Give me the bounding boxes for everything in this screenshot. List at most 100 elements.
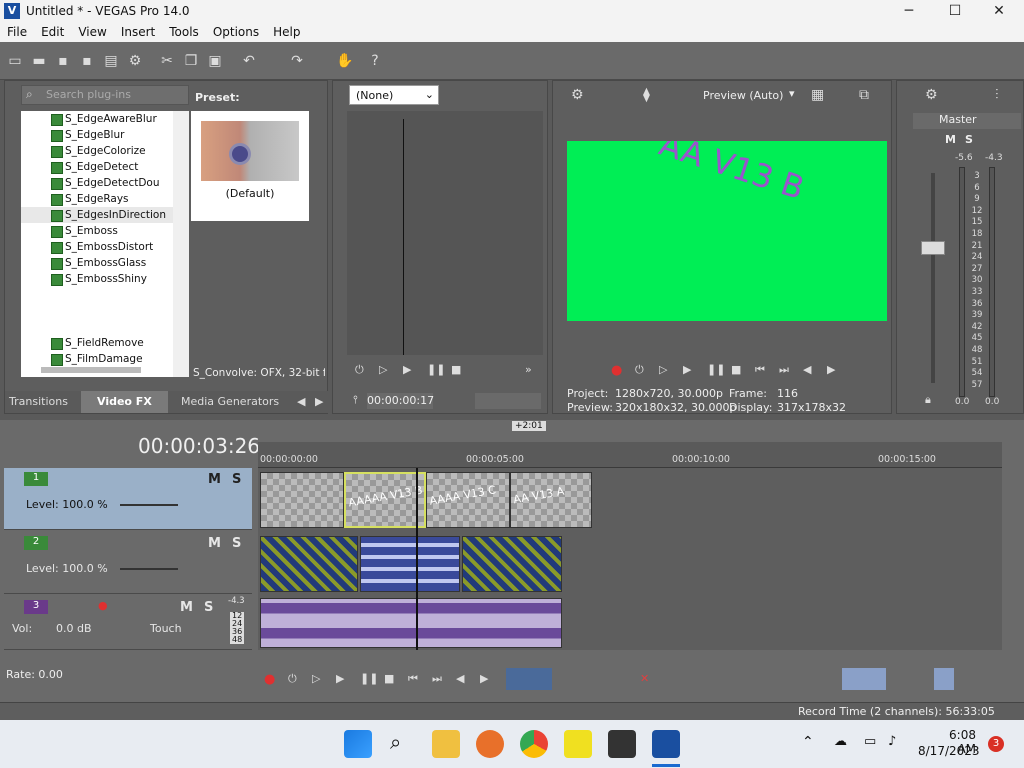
record-icon[interactable]: ● [264, 672, 275, 687]
record-icon[interactable]: ● [611, 363, 622, 378]
loop-icon[interactable]: ⏻ [288, 672, 297, 686]
vegas-taskbar-icon[interactable] [652, 730, 680, 758]
list-item[interactable]: S_EdgeRays [21, 191, 189, 207]
tab-media-generators[interactable]: Media Generators [181, 395, 279, 408]
list-item[interactable]: S_EdgeDetectDou [21, 175, 189, 191]
play-icon[interactable]: ▶ [403, 363, 411, 376]
plugin-list-scrollbar[interactable] [173, 111, 189, 377]
go-to-start-icon[interactable]: ⏮ [755, 363, 765, 377]
list-item[interactable]: S_EmbossShiny [21, 271, 189, 287]
chevron-down-icon[interactable]: ▾ [789, 87, 795, 100]
menu-help[interactable]: Help [266, 24, 307, 42]
list-item[interactable]: S_FilmDamage [21, 351, 189, 367]
preview-settings-gear-icon[interactable]: ⚙ [571, 87, 584, 103]
preset-thumbnail[interactable]: (Default) [191, 111, 309, 221]
video-clip[interactable] [360, 536, 460, 592]
minimize-button[interactable]: ─ [886, 0, 932, 24]
film-app-icon[interactable] [608, 730, 636, 758]
previous-frame-icon[interactable]: ◀ [456, 672, 464, 685]
maximize-button[interactable]: ☐ [932, 0, 978, 24]
grid-overlay-icon[interactable]: ▦ [811, 87, 824, 103]
copy-snapshot-icon[interactable]: ⧉ [859, 87, 869, 103]
save-icon[interactable]: ▪ [54, 52, 72, 70]
plugin-list-hscroll-thumb[interactable] [41, 367, 141, 373]
properties-gear-icon[interactable]: ⚙ [126, 52, 144, 70]
preview-quality-select[interactable]: Preview (Auto) [703, 89, 783, 102]
video-clip[interactable] [462, 536, 562, 592]
mute-button[interactable]: M [180, 600, 193, 615]
list-item[interactable]: S_EdgeBlur [21, 127, 189, 143]
cut-icon[interactable]: ✂ [158, 52, 176, 70]
mute-button[interactable]: M [208, 472, 221, 487]
list-item[interactable]: S_EdgeAwareBlur [21, 111, 189, 127]
firefox-icon[interactable] [476, 730, 504, 758]
file-explorer-icon[interactable] [432, 730, 460, 758]
solo-button[interactable]: S [232, 536, 241, 551]
redo-icon[interactable]: ↷ [288, 52, 306, 70]
audio-clip[interactable] [260, 598, 562, 648]
cloud-icon[interactable]: ☁ [834, 734, 847, 749]
play-from-start-icon[interactable]: ▷ [312, 672, 320, 685]
delete-icon[interactable]: ✕ [640, 672, 649, 685]
close-button[interactable]: ✕ [976, 0, 1022, 24]
tab-scroll-right-icon[interactable]: ▶ [315, 395, 323, 408]
tab-video-fx[interactable]: Video FX [81, 391, 168, 413]
snapping-button[interactable] [842, 668, 886, 690]
more-icon[interactable]: » [525, 363, 532, 376]
stop-icon[interactable]: ■ [451, 363, 461, 376]
auto-ripple-button[interactable] [934, 668, 954, 690]
video-clip[interactable] [260, 472, 344, 528]
menu-insert[interactable]: Insert [114, 24, 162, 42]
video-clip[interactable]: AAAAA V13 B [344, 472, 426, 528]
monitor-icon[interactable]: ▭ [864, 734, 876, 749]
trimmer-display[interactable] [347, 111, 543, 355]
pause-icon[interactable]: ❚❚ [360, 672, 378, 685]
volume-icon[interactable]: ♪ [888, 734, 896, 749]
video-clip[interactable]: AAAA V13 C [426, 472, 510, 528]
level-slider[interactable] [120, 568, 178, 570]
menu-edit[interactable]: Edit [34, 24, 71, 42]
go-to-end-icon[interactable]: ⏭ [432, 672, 442, 686]
tab-scroll-left-icon[interactable]: ◀ [297, 395, 305, 408]
solo-button[interactable]: S [232, 472, 241, 487]
track-header-3[interactable]: 3 ● M S -4.3 Vol: 0.0 dB Touch 12 24 36 48 [4, 596, 252, 650]
playhead-cursor[interactable] [416, 468, 418, 650]
solo-button[interactable]: S [204, 600, 213, 615]
normal-edit-tool-button[interactable] [506, 668, 552, 690]
open-folder-icon[interactable]: ▬ [30, 52, 48, 70]
save-as-icon[interactable]: ▪ [78, 52, 96, 70]
list-item[interactable]: S_EdgeColorize [21, 143, 189, 159]
undo-icon[interactable]: ↶ [240, 52, 258, 70]
list-item[interactable]: S_EdgesInDirection [21, 207, 189, 223]
menu-options[interactable]: Options [206, 24, 266, 42]
paste-icon[interactable]: ▣ [206, 52, 224, 70]
chrome-icon[interactable] [520, 730, 548, 758]
chevron-up-icon[interactable]: ⌃ [802, 734, 814, 750]
split-screen-icon[interactable]: ⧫ [643, 87, 650, 103]
mixer-settings-gear-icon[interactable]: ⚙ [925, 87, 938, 103]
loop-icon[interactable]: ⏻ [635, 363, 644, 377]
tools-icon[interactable]: ✋ [336, 52, 354, 70]
tab-transitions[interactable]: Transitions [9, 395, 68, 408]
start-windows-icon[interactable] [344, 730, 372, 758]
track-header-2[interactable]: 2 M S Level: 100.0 % [4, 532, 252, 594]
record-arm-icon[interactable]: ● [98, 599, 108, 612]
menu-tools[interactable]: Tools [162, 24, 206, 42]
video-clip[interactable] [260, 536, 358, 592]
go-to-end-icon[interactable]: ⏭ [779, 363, 789, 377]
render-icon[interactable]: ▤ [102, 52, 120, 70]
next-frame-icon[interactable]: ▶ [480, 672, 488, 685]
magix-icon[interactable] [564, 730, 592, 758]
previous-frame-icon[interactable]: ◀ [803, 363, 811, 376]
list-item[interactable]: S_FieldRemove [21, 335, 189, 351]
list-item[interactable]: S_EmbossGlass [21, 255, 189, 271]
list-item[interactable]: S_EmbossDistort [21, 239, 189, 255]
help-icon[interactable]: ? [366, 52, 384, 70]
lock-icon[interactable]: 🔒︎ [925, 393, 931, 407]
solo-button[interactable]: S [965, 133, 973, 146]
mute-button[interactable]: M [945, 133, 956, 146]
notification-badge[interactable]: 3 [988, 736, 1004, 752]
automation-mode[interactable]: Touch [150, 622, 182, 635]
play-icon[interactable]: ▶ [683, 363, 691, 376]
stop-icon[interactable]: ■ [731, 363, 741, 376]
